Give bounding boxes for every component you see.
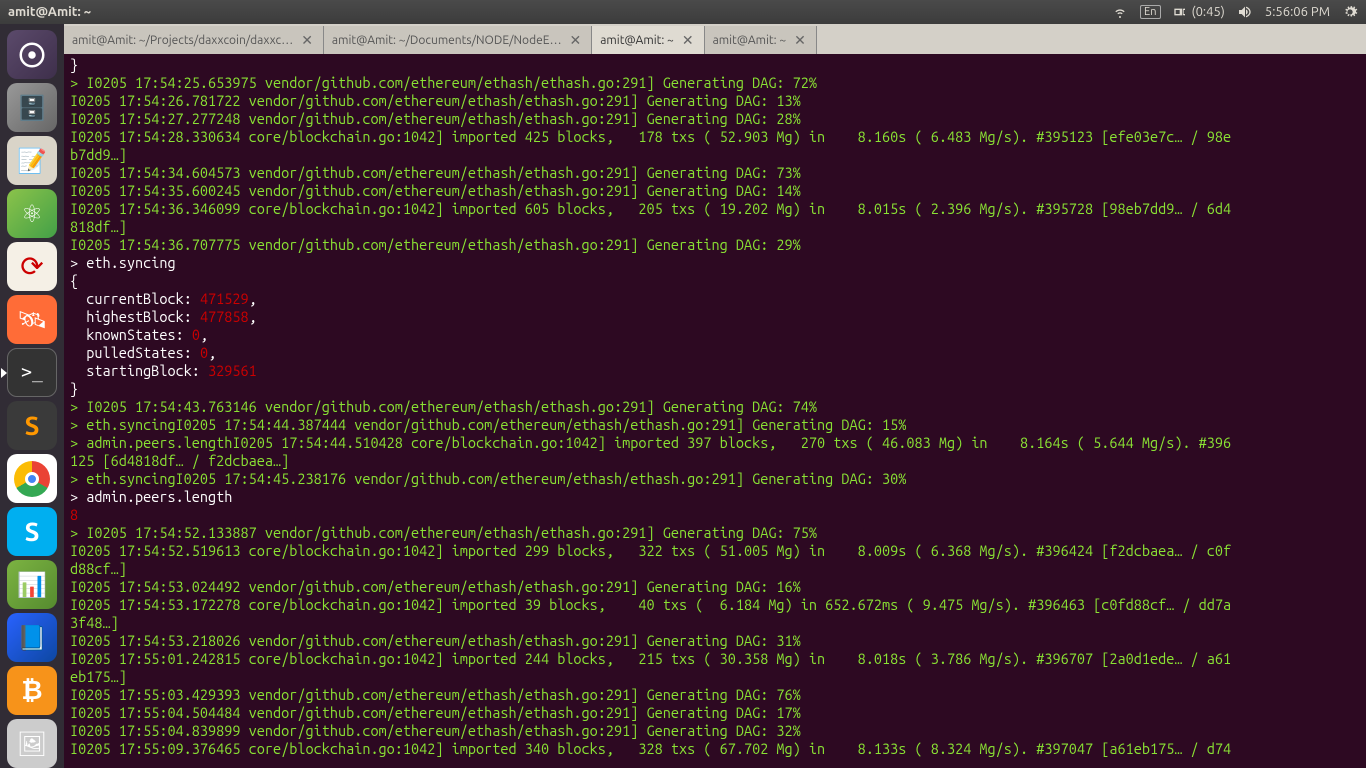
- misc-app-icon[interactable]: 🖼: [7, 719, 57, 768]
- unity-launcher: 🗄️ 📝 ⚛ ⟳ 🛰 >_ S S 📊 📘 ₿ 🖼: [0, 24, 64, 768]
- wifi-icon[interactable]: [1112, 4, 1128, 20]
- postman-icon[interactable]: 🛰: [7, 295, 57, 344]
- terminal-tab[interactable]: amit@Amit: ~✕: [705, 26, 817, 54]
- bitcoin-icon[interactable]: ₿: [7, 666, 57, 715]
- chrome-icon[interactable]: [7, 454, 57, 503]
- close-icon[interactable]: ✕: [299, 32, 315, 49]
- input-language[interactable]: En: [1140, 5, 1160, 19]
- close-icon[interactable]: ✕: [792, 32, 808, 49]
- text-editor-icon[interactable]: 📝: [7, 136, 57, 185]
- window-title: amit@Amit: ~: [8, 5, 1112, 19]
- terminal-tabs: amit@Amit: ~/Projects/daxxcoin/daxxc…✕ a…: [64, 24, 1366, 54]
- system-indicators[interactable]: En (0:45) 5:56:06 PM: [1112, 4, 1358, 20]
- files-icon[interactable]: 🗄️: [7, 83, 57, 132]
- terminal-tab[interactable]: amit@Amit: ~/Projects/daxxcoin/daxxc…✕: [64, 26, 324, 54]
- skype-icon[interactable]: S: [7, 507, 57, 556]
- dash-home-icon[interactable]: [7, 30, 57, 79]
- sublime-icon[interactable]: S: [7, 401, 57, 450]
- terminal-icon[interactable]: >_: [7, 348, 57, 397]
- terminal-tab[interactable]: amit@Amit: ~/Documents/NODE/NodeE…✕: [324, 26, 592, 54]
- terminal-window: amit@Amit: ~/Projects/daxxcoin/daxxc…✕ a…: [64, 24, 1366, 768]
- atom-icon[interactable]: ⚛: [7, 189, 57, 238]
- terminal-tab[interactable]: amit@Amit: ~✕: [592, 26, 704, 54]
- close-icon[interactable]: ✕: [568, 32, 584, 49]
- pdf-viewer-icon[interactable]: ⟳: [7, 242, 57, 291]
- close-icon[interactable]: ✕: [680, 32, 696, 49]
- terminal-output[interactable]: } > I0205 17:54:25.653975 vendor/github.…: [64, 54, 1366, 768]
- settings-gear-icon[interactable]: [1342, 4, 1358, 20]
- volume-icon[interactable]: [1237, 4, 1253, 20]
- menu-bar: amit@Amit: ~ En (0:45) 5:56:06 PM: [0, 0, 1366, 24]
- clock[interactable]: 5:56:06 PM: [1265, 5, 1330, 19]
- battery-indicator[interactable]: (0:45): [1173, 4, 1225, 20]
- green-app-icon[interactable]: 📊: [7, 560, 57, 609]
- blue-app-icon[interactable]: 📘: [7, 613, 57, 662]
